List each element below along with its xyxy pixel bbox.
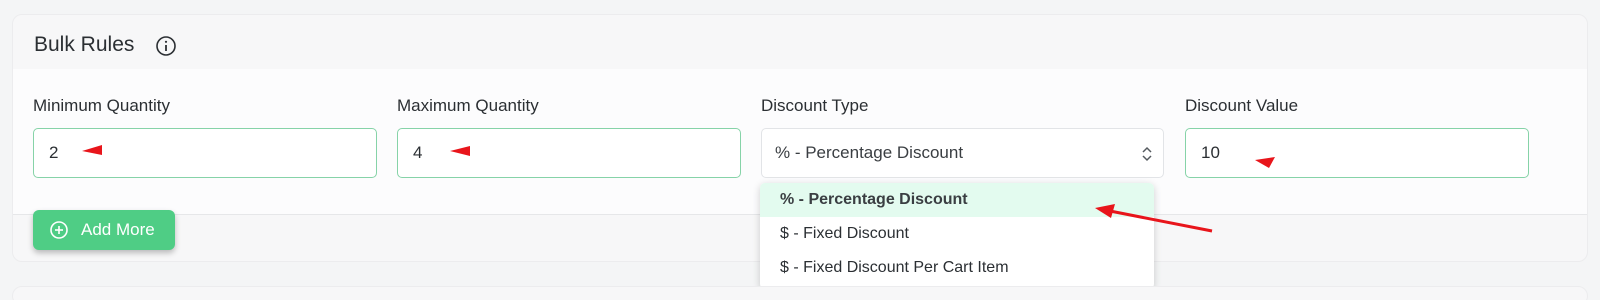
discount-type-label: Discount Type bbox=[761, 96, 869, 115]
discount-type-select[interactable]: % - Percentage Discount bbox=[761, 128, 1164, 178]
discount-value-label: Discount Value bbox=[1185, 96, 1299, 115]
discount-value-value: 10 bbox=[1201, 143, 1220, 162]
discount-type-dropdown: % - Percentage Discount $ - Fixed Discou… bbox=[760, 183, 1154, 289]
info-icon[interactable] bbox=[155, 35, 177, 57]
max-quantity-input[interactable]: 4 bbox=[397, 128, 741, 178]
add-more-button[interactable]: Add More bbox=[33, 210, 175, 250]
dropdown-option-percentage[interactable]: % - Percentage Discount bbox=[760, 183, 1154, 217]
min-quantity-value: 2 bbox=[49, 143, 59, 162]
next-card bbox=[12, 286, 1588, 300]
discount-type-value: % - Percentage Discount bbox=[775, 143, 964, 162]
dropdown-option-fixed-per-cart-item[interactable]: $ - Fixed Discount Per Cart Item bbox=[760, 251, 1154, 285]
max-quantity-value: 4 bbox=[413, 143, 423, 162]
add-more-label: Add More bbox=[81, 220, 155, 239]
min-quantity-input[interactable]: 2 bbox=[33, 128, 377, 178]
section-title: Bulk Rules bbox=[34, 33, 135, 56]
min-quantity-label: Minimum Quantity bbox=[33, 96, 170, 115]
dropdown-option-fixed[interactable]: $ - Fixed Discount bbox=[760, 217, 1154, 251]
chevron-updown-icon bbox=[1142, 146, 1152, 162]
max-quantity-label: Maximum Quantity bbox=[397, 96, 539, 115]
discount-value-input[interactable]: 10 bbox=[1185, 128, 1529, 178]
card-header: Bulk Rules bbox=[13, 15, 1587, 69]
plus-circle-icon bbox=[50, 221, 68, 239]
